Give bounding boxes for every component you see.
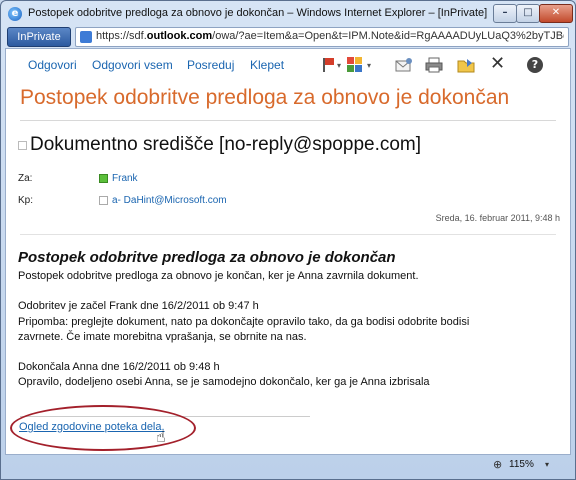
message-toolbar: Odgovori Odgovori vsem Posreduj Klepet ▾… (6, 49, 570, 83)
message-pane: Odgovori Odgovori vsem Posreduj Klepet ▾… (5, 48, 571, 455)
url-field[interactable]: https://sdf.outlook.com/owa/?ae=Item&a=O… (75, 27, 569, 47)
body-line: Opravilo, dodeljeno osebi Anna, se je sa… (18, 376, 430, 388)
maximize-button[interactable]: □ (516, 4, 540, 23)
url-prefix: https://sdf. (96, 30, 147, 42)
reply-all-button[interactable]: Odgovori vsem (92, 58, 173, 72)
categories-icon[interactable] (347, 57, 365, 73)
subject-divider (20, 120, 556, 121)
to-label: Za: (18, 173, 33, 184)
zoom-level[interactable]: 115% (509, 459, 534, 470)
help-icon[interactable]: ? (527, 57, 543, 73)
to-recipient[interactable]: Frank (112, 173, 138, 184)
minimize-button[interactable]: – (493, 4, 517, 23)
zoom-dropdown-icon[interactable]: ▾ (545, 460, 549, 469)
to-presence-icon (99, 174, 108, 183)
flag-dropdown-icon[interactable]: ▾ (337, 61, 341, 70)
url-path: /owa/?ae=Item&a=Open&t=IPM.Note&id=RgAAA… (212, 30, 564, 42)
body-line: zavrnete. Če imate morebitna vprašanja, … (18, 331, 307, 343)
internet-explorer-icon: e (8, 7, 22, 21)
cc-label: Kp: (18, 195, 34, 206)
message-date: Sreda, 16. februar 2011, 9:48 h (435, 213, 560, 223)
body-line: Odobritev je začel Frank dne 16/2/2011 o… (18, 300, 259, 312)
printer-icon[interactable] (425, 57, 443, 73)
close-button[interactable]: ✕ (539, 4, 573, 23)
body-line: Dokončala Anna dne 16/2/2011 ob 9:48 h (18, 361, 220, 373)
envelope-icon[interactable] (395, 57, 413, 73)
hand-cursor-icon: ☝ (156, 427, 166, 446)
forward-button[interactable]: Posreduj (187, 58, 234, 72)
sender-presence-icon (18, 141, 27, 150)
body-divider (20, 234, 556, 235)
url-text[interactable]: https://sdf.outlook.com/owa/?ae=Item&a=O… (96, 30, 564, 42)
body-title: Postopek odobritve predloga za obnovo je… (18, 249, 396, 266)
highlight-circle (10, 405, 196, 451)
move-to-folder-icon[interactable] (457, 57, 475, 73)
cc-recipient[interactable]: a- DaHint@Microsoft.com (112, 195, 227, 206)
window-title: Postopek odobritve predloga za obnovo je… (28, 7, 488, 19)
message-subject: Postopek odobritve predloga za obnovo je… (20, 86, 510, 109)
title-bar: e Postopek odobritve predloga za obnovo … (1, 1, 575, 27)
lock-icon (80, 31, 92, 43)
reply-button[interactable]: Odgovori (28, 58, 77, 72)
body-line: Postopek odobritve predloga za obnovo je… (18, 270, 419, 282)
status-bar: ⊕ 115% ▾ (5, 455, 569, 475)
message-sender[interactable]: Dokumentno središče [no-reply@spoppe.com… (30, 134, 421, 156)
delete-icon[interactable]: ✕ (490, 53, 506, 74)
chat-button[interactable]: Klepet (250, 58, 284, 72)
zoom-icon[interactable]: ⊕ (493, 458, 502, 471)
url-domain: outlook.com (146, 30, 213, 42)
body-line: Pripomba: preglejte dokument, nato pa do… (18, 316, 470, 328)
inprivate-badge[interactable]: InPrivate (7, 27, 71, 47)
flag-icon[interactable] (320, 57, 338, 73)
address-bar: InPrivate https://sdf.outlook.com/owa/?a… (7, 27, 569, 47)
categories-dropdown-icon[interactable]: ▾ (367, 61, 371, 70)
cc-presence-icon (99, 196, 108, 205)
